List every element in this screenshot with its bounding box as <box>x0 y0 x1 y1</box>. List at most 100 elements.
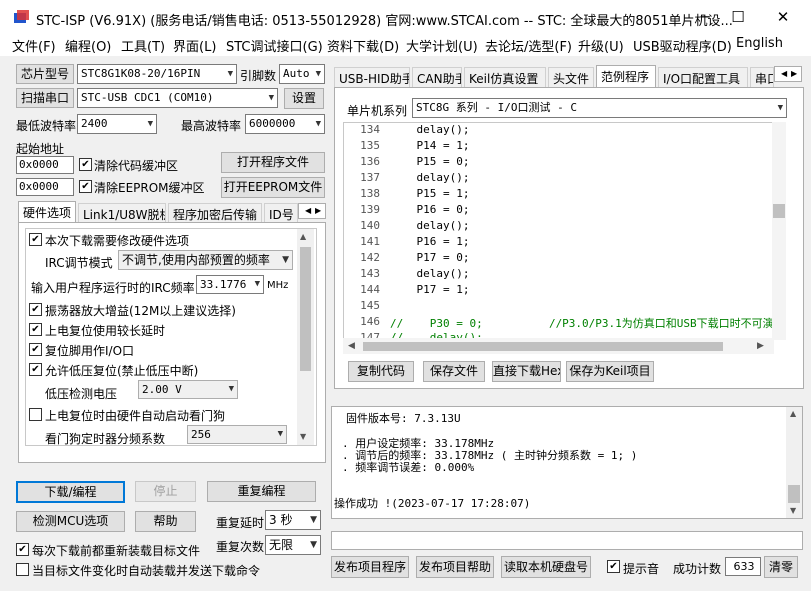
download-program-button[interactable]: 下载/编程 <box>16 481 125 503</box>
code-line: 135 P14 = 1; <box>344 139 773 155</box>
scrollbar-thumb[interactable] <box>788 485 800 503</box>
scroll-down-icon: ▼ <box>790 506 797 515</box>
output-log[interactable]: 固件版本号: 7.3.13U . 用户设定频率: 33.178MHz . 调节后… <box>331 406 803 519</box>
repeat-delay-select[interactable]: 3 秒 ▼ <box>265 510 321 530</box>
maximize-button[interactable]: ☐ <box>717 4 759 30</box>
pin-count-select[interactable]: Auto ▼ <box>279 64 325 84</box>
tab-link1-offline[interactable]: Link1/U8W脱机 <box>78 203 166 223</box>
irc-frequency-label: 输入用户程序运行时的IRC频率 <box>31 281 195 295</box>
copy-code-button[interactable]: 复制代码 <box>348 361 414 382</box>
osc-gain-label: 振荡器放大增益(12M以上建议选择) <box>45 304 236 318</box>
menu-forum[interactable]: 去论坛/选型(F) <box>485 36 572 55</box>
left-tab-scroller[interactable]: ◀ ▶ <box>298 203 326 219</box>
hardware-scrollbar[interactable]: ▲ ▼ <box>297 229 314 445</box>
open-eeprom-file-button[interactable]: 打开EEPROM文件 <box>221 177 325 198</box>
publish-project-button[interactable]: 发布项目程序 <box>331 556 409 578</box>
save-file-button[interactable]: 保存文件 <box>423 361 485 382</box>
chevron-down-icon: ▼ <box>777 103 783 113</box>
tab-keil-debug[interactable]: Keil仿真设置 <box>464 67 546 87</box>
reset-delay-checkbox[interactable]: ✔ <box>29 323 42 336</box>
reset-pin-io-checkbox[interactable]: ✔ <box>29 343 42 356</box>
reload-before-download-checkbox[interactable]: ✔ <box>16 543 29 556</box>
settings-button[interactable]: 设置 <box>284 88 324 109</box>
log-scrollbar[interactable]: ▲ ▼ <box>786 407 802 518</box>
tab-serial[interactable]: 串口 <box>750 67 774 87</box>
clear-eeprom-checkbox[interactable]: ✔ <box>79 180 92 193</box>
clear-count-button[interactable]: 清零 <box>764 556 798 578</box>
line-number: 138 <box>360 187 380 200</box>
irc-frequency-select[interactable]: 33.1776 ▼ <box>196 275 264 294</box>
eeprom-address-input[interactable]: 0x0000 <box>16 178 74 196</box>
min-baud-select[interactable]: 2400 ▼ <box>77 114 157 134</box>
code-viewer[interactable]: 134 delay(); 135 P14 = 1; 136 P15 = 0; 1… <box>343 122 774 340</box>
open-program-file-button[interactable]: 打开程序文件 <box>221 152 325 173</box>
menu-downloads[interactable]: 资料下载(D) <box>327 36 399 55</box>
mcu-type-button[interactable]: 芯片型号 <box>16 64 74 84</box>
menu-upgrade[interactable]: 升级(U) <box>578 36 624 55</box>
watchdog-divider-select[interactable]: 256 ▼ <box>187 425 287 444</box>
tab-id[interactable]: ID号 <box>264 203 298 223</box>
line-number: 142 <box>360 251 380 264</box>
tab-example-programs[interactable]: 范例程序 <box>596 65 656 87</box>
close-button[interactable]: ✕ <box>762 4 804 30</box>
menu-debug[interactable]: STC调试接口(G) <box>226 36 323 55</box>
lvd-voltage-value: 2.00 V <box>142 383 182 396</box>
menu-university[interactable]: 大学计划(U) <box>406 36 478 55</box>
log-line: 固件版本号: 7.3.13U <box>346 412 461 425</box>
scrollbar-thumb[interactable] <box>773 204 785 218</box>
code-line: 145 <box>344 299 773 315</box>
port-select[interactable]: STC-USB CDC1 (COM10) ▼ <box>77 88 278 108</box>
clear-eeprom-label: 清除EEPROM缓冲区 <box>94 181 205 195</box>
code-text: P17 = 0; <box>390 251 470 264</box>
publish-help-button[interactable]: 发布项目帮助 <box>416 556 494 578</box>
tab-encrypted-transfer[interactable]: 程序加密后传输 <box>168 203 262 223</box>
repeat-program-button[interactable]: 重复编程 <box>207 481 316 502</box>
stop-button[interactable]: 停止 <box>135 481 196 502</box>
low-voltage-reset-checkbox[interactable]: ✔ <box>29 363 42 376</box>
scrollbar-thumb[interactable] <box>363 342 723 351</box>
scrollbar-thumb[interactable] <box>300 247 311 371</box>
arrow-right-icon: ▶ <box>791 69 798 78</box>
check-icon: ✔ <box>81 181 90 192</box>
auto-load-checkbox[interactable] <box>16 563 29 576</box>
code-address-input[interactable]: 0x0000 <box>16 156 74 174</box>
help-button[interactable]: 帮助 <box>135 511 196 532</box>
max-baud-select[interactable]: 6000000 ▼ <box>245 114 325 134</box>
sound-checkbox[interactable]: ✔ <box>607 560 620 573</box>
right-tab-scroller[interactable]: ◀ ▶ <box>774 66 802 82</box>
save-keil-project-button[interactable]: 保存为Keil项目 <box>566 361 654 382</box>
lvd-voltage-select[interactable]: 2.00 V ▼ <box>138 380 238 399</box>
mcu-select[interactable]: STC8G1K08-20/16PIN ▼ <box>77 64 237 84</box>
scan-port-button[interactable]: 扫描串口 <box>16 88 74 108</box>
menu-tools[interactable]: 工具(T) <box>121 36 165 55</box>
irc-mode-select[interactable]: 不调节,使用内部预置的频率 ▼ <box>118 250 293 270</box>
repeat-delay-label: 重复延时 <box>216 516 265 530</box>
code-text: delay(); <box>390 219 470 232</box>
watchdog-checkbox[interactable] <box>29 408 42 421</box>
menu-program[interactable]: 编程(O) <box>65 36 111 55</box>
code-horizontal-scrollbar[interactable]: ◀ ▶ <box>343 338 774 354</box>
tab-hardware-options[interactable]: 硬件选项 <box>18 201 76 223</box>
code-text: delay(); <box>390 171 470 184</box>
chevron-down-icon: ▼ <box>254 279 260 289</box>
status-field <box>331 531 803 550</box>
tab-io-config[interactable]: I/O口配置工具 <box>658 67 748 87</box>
menu-interface[interactable]: 界面(L) <box>173 36 216 55</box>
menu-usb-driver[interactable]: USB驱动程序(D) <box>633 36 732 55</box>
mcu-series-select[interactable]: STC8G 系列 - I/O口测试 - C ▼ <box>412 98 787 118</box>
tab-header-file[interactable]: 头文件 <box>548 67 594 87</box>
modify-hw-checkbox[interactable]: ✔ <box>29 233 42 246</box>
menu-file[interactable]: 文件(F) <box>12 36 56 55</box>
repeat-count-select[interactable]: 无限 ▼ <box>265 535 321 555</box>
menu-english[interactable]: English <box>736 36 783 51</box>
osc-gain-checkbox[interactable]: ✔ <box>29 303 42 316</box>
tab-usb-hid[interactable]: USB-HID助手 <box>334 67 410 87</box>
clear-code-checkbox[interactable]: ✔ <box>79 158 92 171</box>
detect-mcu-button[interactable]: 检测MCU选项 <box>16 511 125 532</box>
code-vertical-scrollbar[interactable] <box>772 122 786 340</box>
download-hex-button[interactable]: 直接下载Hex <box>492 361 561 382</box>
irc-mode-value: 不调节,使用内部预置的频率 <box>122 253 270 267</box>
code-line: 140 delay(); <box>344 219 773 235</box>
tab-can[interactable]: CAN助手 <box>412 67 462 87</box>
read-disk-id-button[interactable]: 读取本机硬盘号 <box>501 556 591 578</box>
